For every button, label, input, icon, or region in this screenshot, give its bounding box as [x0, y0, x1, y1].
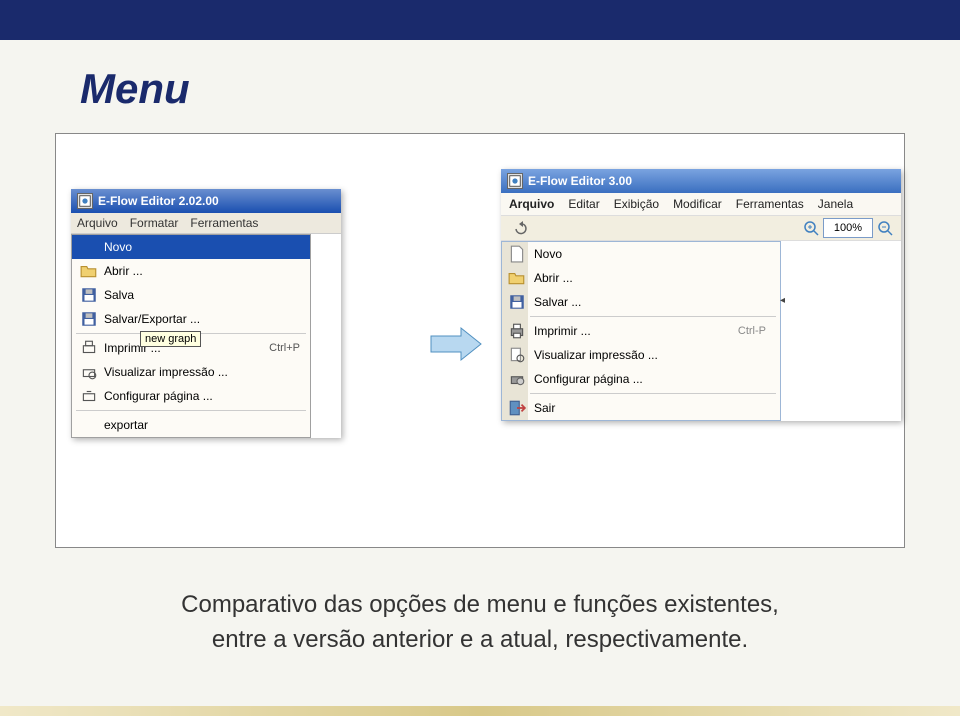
exit-icon: [508, 400, 526, 416]
save-icon: [80, 311, 98, 327]
menu-label-imprimir: Imprimir ...: [534, 324, 591, 338]
arrow-right-icon: [426, 324, 486, 364]
app-window-new: E-Flow Editor 3.00 Arquivo Editar Exibiç…: [501, 169, 901, 421]
toolbar-new: 100%: [501, 215, 901, 241]
menu-modificar[interactable]: Modificar: [673, 197, 722, 211]
slide-caption: Comparativo das opções de menu e funções…: [55, 588, 905, 658]
printer-icon: [80, 340, 98, 356]
menu-separator: [530, 316, 776, 317]
menu-item-visualizar[interactable]: Visualizar impressão ...: [502, 343, 780, 367]
menu-item-abrir[interactable]: Abrir ...: [72, 259, 310, 283]
dropdown-menu-old: Novo Abrir ... Salva new graph: [71, 234, 311, 438]
zoom-level-input[interactable]: 100%: [823, 218, 873, 238]
app-window-old: E-Flow Editor 2.02.00 Arquivo Formatar F…: [71, 189, 341, 438]
print-preview-icon: [80, 364, 98, 380]
menu-item-novo[interactable]: Novo: [502, 242, 780, 266]
menu-shortcut: Ctrl-P: [738, 325, 766, 337]
new-document-icon: [508, 246, 526, 262]
app-icon: [507, 173, 523, 189]
titlebar-new: E-Flow Editor 3.00: [501, 169, 901, 193]
menubar-old[interactable]: Arquivo Formatar Ferramentas: [71, 213, 341, 234]
menu-item-configurar[interactable]: Configurar página ...: [502, 367, 780, 391]
page-setup-icon: [80, 388, 98, 404]
menu-arquivo[interactable]: Arquivo: [77, 216, 118, 230]
tooltip-new-graph: new graph: [140, 331, 201, 347]
menu-item-salvar[interactable]: Salva new graph: [72, 283, 310, 307]
app-title-old: E-Flow Editor 2.02.00: [98, 194, 219, 208]
undo-icon[interactable]: [513, 220, 529, 236]
blank-icon: [80, 417, 98, 433]
menu-janela[interactable]: Janela: [818, 197, 853, 211]
menu-arquivo[interactable]: Arquivo: [509, 197, 554, 211]
blank-icon: [80, 239, 98, 255]
menu-label-exportar: exportar: [104, 418, 148, 432]
app-icon: [77, 193, 93, 209]
titlebar-old: E-Flow Editor 2.02.00: [71, 189, 341, 213]
printer-icon: [508, 323, 526, 339]
handle-marker-icon: ◂: [780, 295, 785, 306]
menu-label-salvar-exportar: Salvar/Exportar ...: [104, 312, 200, 326]
page-setup-icon: [508, 371, 526, 387]
menu-editar[interactable]: Editar: [568, 197, 599, 211]
menu-label-salvar: Salva: [104, 288, 134, 302]
menu-item-visualizar[interactable]: Visualizar impressão ...: [72, 360, 310, 384]
menu-label-visualizar: Visualizar impressão ...: [534, 348, 658, 362]
menu-shortcut: Ctrl+P: [269, 342, 300, 354]
menu-ferramentas[interactable]: Ferramentas: [190, 216, 258, 230]
print-preview-icon: [508, 347, 526, 363]
zoom-out-icon[interactable]: [877, 220, 893, 236]
comparison-container: E-Flow Editor 2.02.00 Arquivo Formatar F…: [55, 133, 905, 548]
menu-item-configurar[interactable]: Configurar página ...: [72, 384, 310, 408]
menu-label-configurar: Configurar página ...: [104, 389, 213, 403]
slide-title: Menu: [80, 65, 905, 113]
menu-item-salvar-exportar[interactable]: Salvar/Exportar ...: [72, 307, 310, 331]
folder-open-icon: [508, 270, 526, 286]
menu-item-salvar[interactable]: Salvar ...: [502, 290, 780, 314]
menu-exibicao[interactable]: Exibição: [614, 197, 659, 211]
menu-label-configurar: Configurar página ...: [534, 372, 643, 386]
menu-label-sair: Sair: [534, 401, 555, 415]
menu-formatar[interactable]: Formatar: [130, 216, 179, 230]
zoom-in-icon[interactable]: [803, 220, 819, 236]
menu-label-abrir: Abrir ...: [104, 264, 143, 278]
save-icon: [508, 294, 526, 310]
menu-separator: [76, 410, 306, 411]
menu-item-sair[interactable]: Sair: [502, 396, 780, 420]
menu-item-novo[interactable]: Novo: [72, 235, 310, 259]
menu-label-abrir: Abrir ...: [534, 271, 573, 285]
menubar-new[interactable]: Arquivo Editar Exibição Modificar Ferram…: [501, 193, 901, 215]
menu-label-novo: Novo: [534, 247, 562, 261]
dropdown-menu-new: ◂ Novo Abrir ... Sal: [501, 241, 781, 421]
app-title-new: E-Flow Editor 3.00: [528, 174, 632, 188]
menu-item-imprimir[interactable]: Imprimir ... Ctrl-P: [502, 319, 780, 343]
menu-label-novo: Novo: [104, 240, 132, 254]
slide-header-bar: [0, 0, 960, 40]
folder-open-icon: [80, 263, 98, 279]
menu-label-salvar: Salvar ...: [534, 295, 581, 309]
menu-separator: [530, 393, 776, 394]
save-icon: [80, 287, 98, 303]
slide-footer-bar: [0, 706, 960, 716]
menu-ferramentas[interactable]: Ferramentas: [736, 197, 804, 211]
menu-label-visualizar: Visualizar impressão ...: [104, 365, 228, 379]
menu-item-exportar[interactable]: exportar: [72, 413, 310, 437]
menu-item-abrir[interactable]: Abrir ...: [502, 266, 780, 290]
